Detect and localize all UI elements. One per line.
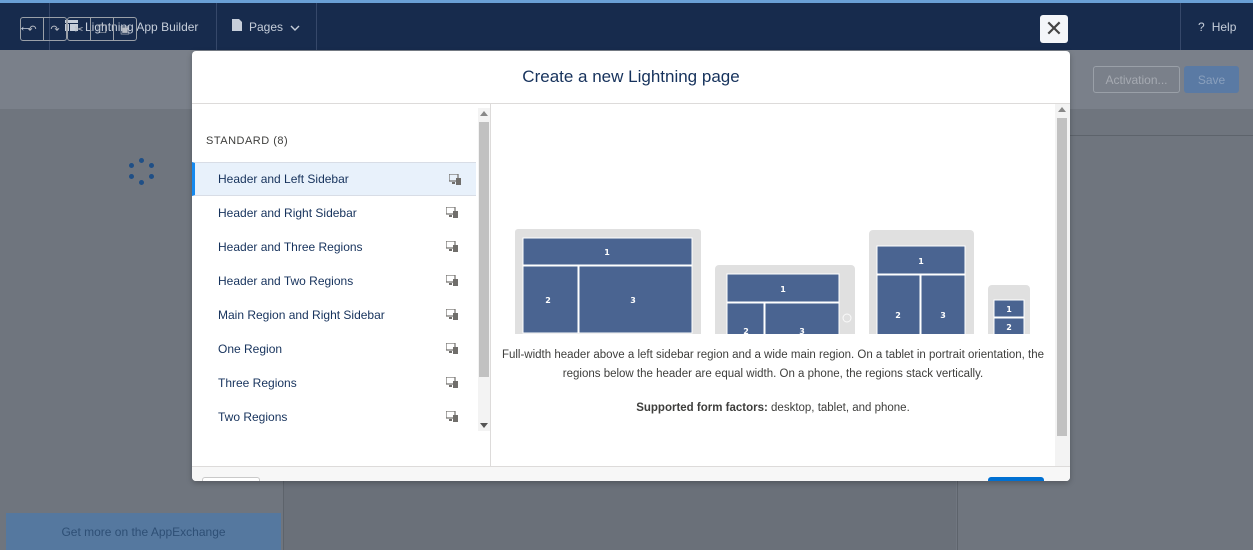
template-item[interactable]: Two Regions (192, 400, 476, 434)
phone-preview: 1 2 3 (988, 285, 1030, 334)
chevron-down-icon (290, 20, 300, 34)
form-factor-icon (446, 309, 458, 320)
template-item[interactable]: Main Region and Right Sidebar (192, 298, 476, 332)
help-label: Help (1211, 19, 1237, 34)
help-link[interactable]: ? Help (1198, 3, 1236, 50)
next-button[interactable] (988, 477, 1044, 481)
region-1-label: 1 (604, 248, 610, 257)
template-list: Header and Left Sidebar Header and Right … (192, 162, 476, 434)
section-heading: STANDARD (8) (206, 135, 289, 147)
scroll-thumb[interactable] (1057, 118, 1067, 436)
loading-spinner-icon (124, 156, 160, 192)
form-factor-icon (449, 174, 461, 185)
cut-icon[interactable]: ✂ (68, 18, 91, 40)
paste-icon[interactable]: ▣ (114, 18, 136, 40)
tablet-landscape-preview: 1 2 3 (715, 265, 855, 334)
template-label: Header and Three Regions (218, 240, 363, 254)
template-label: Three Regions (218, 376, 297, 390)
form-factor-icon (446, 241, 458, 252)
template-label: One Region (218, 342, 283, 356)
form-factors-label: Supported form factors: (636, 402, 768, 414)
copy-icon[interactable]: ❐ (91, 18, 114, 40)
region-3-label: 3 (630, 296, 636, 305)
scroll-up-icon[interactable] (1058, 107, 1066, 112)
region-2-label: 2 (743, 327, 749, 334)
divider (216, 3, 217, 50)
template-label: Header and Left Sidebar (218, 172, 349, 186)
scroll-thumb[interactable] (479, 122, 489, 377)
template-item[interactable]: Header and Two Regions (192, 264, 476, 298)
scroll-down-icon[interactable] (480, 423, 488, 428)
form-factor-icon (446, 207, 458, 218)
template-list-pane: STANDARD (8) Header and Left Sidebar Head… (192, 104, 491, 481)
appexchange-link[interactable]: Get more on the AppExchange (6, 513, 281, 550)
close-icon: ✕ (1044, 16, 1064, 41)
modal-scrollbar[interactable] (1055, 104, 1070, 481)
template-label: Main Region and Right Sidebar (218, 308, 385, 322)
form-factor-icon (446, 343, 458, 354)
divider (316, 3, 317, 50)
region-1-label: 1 (780, 285, 786, 294)
region-2-label: 2 (545, 296, 551, 305)
modal-title: Create a new Lightning page (522, 67, 740, 86)
divider (1180, 3, 1181, 50)
form-factors: Supported form factors: desktop, tablet,… (501, 402, 1045, 414)
new-page-modal: Create a new Lightning page STANDARD (8)… (192, 51, 1070, 481)
region-1-label: 1 (918, 257, 924, 266)
form-factor-icon (446, 275, 458, 286)
template-item[interactable]: Header and Right Sidebar (192, 196, 476, 230)
region-1-label: 1 (1006, 305, 1012, 314)
template-description: Full-width header above a left sidebar r… (501, 349, 1045, 380)
pages-menu[interactable]: Pages (232, 3, 300, 50)
template-item[interactable]: Three Regions (192, 366, 476, 400)
tablet-portrait-preview: 1 2 3 (869, 230, 974, 334)
redo-icon[interactable]: ↷ (44, 18, 66, 40)
template-label: Two Regions (218, 410, 288, 424)
template-item[interactable]: Header and Three Regions (192, 230, 476, 264)
form-factors-value: desktop, tablet, and phone. (771, 402, 910, 414)
region-2-label: 2 (895, 311, 901, 320)
template-label: Header and Right Sidebar (218, 206, 357, 220)
scroll-up-icon[interactable] (480, 111, 488, 116)
region-2-label: 2 (1006, 323, 1012, 332)
template-item[interactable]: One Region (192, 332, 476, 366)
back-button[interactable] (202, 477, 260, 481)
pages-label: Pages (249, 19, 284, 34)
list-scrollbar[interactable] (478, 108, 490, 431)
clipboard-group: ✂ ❐ ▣ (67, 17, 137, 41)
template-preview: 1 2 3 1 2 3 1 2 3 1 2 Full-width header … (491, 104, 1055, 481)
region-3-label: 3 (799, 327, 805, 334)
desktop-preview: 1 2 3 (515, 229, 701, 334)
question-icon: ? (1198, 19, 1205, 34)
modal-header: Create a new Lightning page (192, 51, 1070, 104)
region-3-label: 3 (940, 311, 946, 320)
form-factor-icon (446, 377, 458, 388)
close-modal-button[interactable]: ✕ (1040, 15, 1068, 43)
undo-icon[interactable]: ↶ (21, 18, 44, 40)
modal-footer (192, 466, 1070, 481)
undo-redo-group: ↶ ↷ (20, 17, 67, 41)
page-icon (232, 19, 242, 34)
save-button[interactable]: Save (1184, 66, 1239, 93)
template-item[interactable]: Header and Left Sidebar (192, 162, 476, 196)
activation-button[interactable]: Activation... (1093, 66, 1180, 93)
form-factor-icon (446, 411, 458, 422)
template-label: Header and Two Regions (218, 274, 354, 288)
device-previews: 1 2 3 1 2 3 1 2 3 1 2 (515, 229, 1030, 334)
